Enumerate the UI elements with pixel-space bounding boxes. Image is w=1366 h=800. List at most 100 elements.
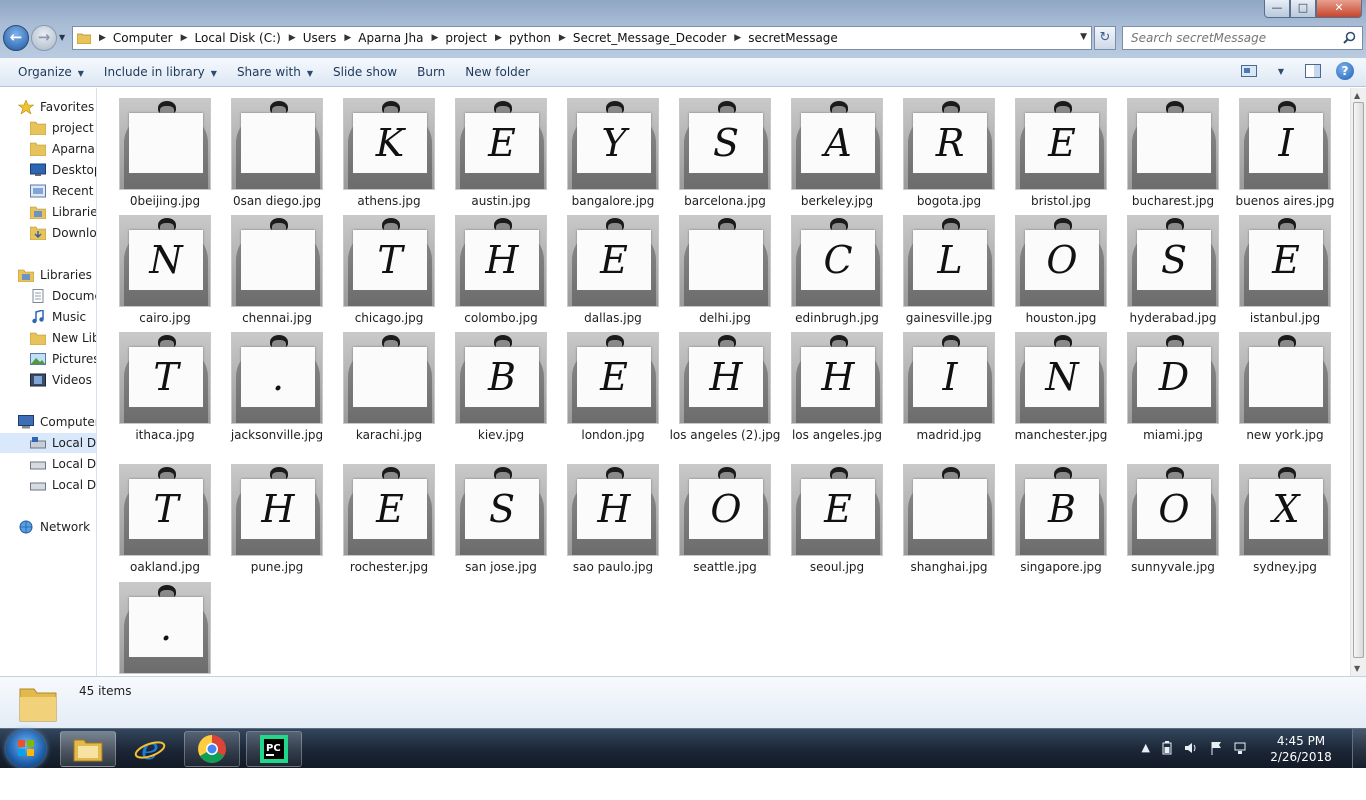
include-in-library-button[interactable]: Include in library ▼ xyxy=(94,60,227,84)
burn-button[interactable]: Burn xyxy=(407,60,455,84)
documents-icon xyxy=(30,289,46,303)
breadcrumb-item[interactable]: ▶ project xyxy=(423,27,487,49)
libraries-icon xyxy=(17,268,35,283)
sidebar-item-label: Libraries xyxy=(40,268,92,282)
sidebar-item-computer[interactable]: Computer xyxy=(18,412,96,432)
help-button[interactable]: ? xyxy=(1334,60,1356,82)
chevron-right-icon[interactable]: ▶ xyxy=(734,33,741,43)
view-options-dropdown[interactable]: ▼ xyxy=(1270,60,1292,82)
clock[interactable]: 4:45 PM 2/26/2018 xyxy=(1256,733,1346,765)
sidebar-item-local-disk-2[interactable]: Local Dis xyxy=(30,454,96,474)
battery-icon[interactable] xyxy=(1162,741,1172,758)
sidebar-item-documents[interactable]: Docume xyxy=(30,286,96,306)
network-status-icon[interactable] xyxy=(1234,741,1248,758)
chevron-right-icon[interactable]: ▶ xyxy=(431,33,438,43)
file-name: barcelona.jpg xyxy=(684,194,766,208)
breadcrumb-item[interactable]: ▶ Computer xyxy=(95,27,173,49)
sidebar-item-project[interactable]: project xyxy=(29,118,96,138)
sign-letter: Y xyxy=(601,121,627,165)
scroll-up-icon[interactable]: ▲ xyxy=(1354,91,1360,100)
search-input[interactable] xyxy=(1123,27,1333,49)
sidebar-item-pictures[interactable]: Pictures xyxy=(30,349,96,369)
sidebar-item-libraries-fav[interactable]: Libraries xyxy=(29,202,96,222)
internet-explorer-icon: e xyxy=(134,734,166,764)
image-thumbnail xyxy=(1239,332,1331,424)
breadcrumb-item[interactable]: ▶ Local Disk (C:) xyxy=(173,27,281,49)
sidebar-item-label: project xyxy=(52,121,94,135)
sidebar-item-local-disk-3[interactable]: Local Dis xyxy=(30,475,96,495)
vertical-scrollbar[interactable]: ▲ ▼ xyxy=(1350,88,1366,676)
image-thumbnail: H xyxy=(567,464,659,556)
chevron-right-icon[interactable]: ▶ xyxy=(181,33,188,43)
library-icon xyxy=(29,331,47,346)
refresh-button[interactable]: ↻ xyxy=(1094,26,1116,50)
change-view-icon[interactable] xyxy=(1238,60,1260,82)
pycharm-icon: PC xyxy=(260,735,288,763)
breadcrumb-item[interactable]: ▶ Users xyxy=(281,27,337,49)
back-button[interactable]: ← xyxy=(3,25,29,51)
breadcrumb-item[interactable]: ▶ secretMessage xyxy=(726,27,838,49)
sidebar-item-network[interactable]: Network xyxy=(18,517,96,537)
chevron-right-icon[interactable]: ▶ xyxy=(99,33,106,43)
start-button[interactable] xyxy=(6,730,46,768)
sidebar-item-downloads[interactable]: Downloa xyxy=(29,223,96,243)
file-name: madrid.jpg xyxy=(916,428,982,442)
close-button[interactable]: ✕ xyxy=(1316,0,1362,18)
file-name: hyderabad.jpg xyxy=(1129,311,1217,325)
taskbar-chrome[interactable] xyxy=(184,731,240,767)
sidebar-item-new-library[interactable]: New Libr xyxy=(29,328,96,348)
scroll-down-icon[interactable]: ▼ xyxy=(1354,664,1360,673)
forward-button[interactable]: → xyxy=(31,25,57,51)
image-thumbnail: E xyxy=(455,98,547,190)
search-icon[interactable] xyxy=(1343,31,1356,47)
file-name: pune.jpg xyxy=(250,560,304,574)
breadcrumb-item[interactable]: ▶ Aparna Jha xyxy=(336,27,423,49)
file-name: bangalore.jpg xyxy=(571,194,655,208)
show-desktop-button[interactable] xyxy=(1352,729,1366,769)
show-hidden-icons-button[interactable]: ▲ xyxy=(1142,741,1150,758)
preview-pane-icon[interactable] xyxy=(1302,60,1324,82)
breadcrumb-label: Computer xyxy=(112,31,173,45)
new-folder-button[interactable]: New folder xyxy=(455,60,540,84)
sidebar-item-videos[interactable]: Videos xyxy=(30,370,96,390)
minimize-button[interactable]: — xyxy=(1264,0,1290,18)
action-center-flag-icon[interactable] xyxy=(1210,741,1222,758)
recent-places-icon xyxy=(30,184,46,198)
address-dropdown[interactable]: ▼ xyxy=(1080,32,1087,42)
share-with-button[interactable]: Share with ▼ xyxy=(227,60,323,84)
taskbar-pycharm[interactable]: PC xyxy=(246,731,302,767)
file-name: seoul.jpg xyxy=(809,560,865,574)
sidebar-item-desktop[interactable]: Desktop xyxy=(30,160,96,180)
sign-letter xyxy=(120,113,210,173)
sidebar-item-local-disk-c[interactable]: Local Dis xyxy=(0,433,96,453)
sidebar-item-label: Aparna J xyxy=(52,142,96,156)
downloads-folder-icon xyxy=(29,226,47,241)
volume-icon[interactable] xyxy=(1184,741,1198,758)
scrollbar-thumb[interactable] xyxy=(1353,102,1364,658)
breadcrumb-item[interactable]: ▶ python xyxy=(487,27,551,49)
chevron-right-icon[interactable]: ▶ xyxy=(495,33,502,43)
chevron-right-icon[interactable]: ▶ xyxy=(344,33,351,43)
address-bar[interactable]: ▶ Computer ▶ Local Disk (C:) ▶ Users ▶ Aparna J… xyxy=(72,26,1092,50)
organize-label: Organize xyxy=(18,65,72,79)
chevron-right-icon[interactable]: ▶ xyxy=(559,33,566,43)
file-name: karachi.jpg xyxy=(355,428,423,442)
sign-letter: . xyxy=(271,355,285,399)
breadcrumb-item[interactable]: ▶ Secret_Message_Decoder xyxy=(551,27,726,49)
taskbar-internet-explorer[interactable]: e xyxy=(122,731,178,767)
recent-pages-dropdown[interactable]: ▼ xyxy=(59,33,65,42)
slide-show-button[interactable]: Slide show xyxy=(323,60,407,84)
sidebar-item-aparna[interactable]: Aparna J xyxy=(29,139,96,159)
sidebar-item-music[interactable]: Music xyxy=(30,307,96,327)
organize-button[interactable]: Organize ▼ xyxy=(8,60,94,84)
breadcrumb-label: python xyxy=(508,31,551,45)
chevron-right-icon[interactable]: ▶ xyxy=(289,33,296,43)
taskbar-explorer[interactable] xyxy=(60,731,116,767)
sign-letter: O xyxy=(1158,487,1190,531)
folder-icon xyxy=(18,683,58,726)
sidebar-item-favorites[interactable]: Favorites xyxy=(17,97,96,117)
taskbar: e PC ▲ 4:45 PM 2/26/2018 xyxy=(0,728,1366,769)
sidebar-item-libraries[interactable]: Libraries xyxy=(17,265,96,285)
sidebar-item-recent-places[interactable]: Recent P xyxy=(30,181,96,201)
maximize-button[interactable]: □ xyxy=(1290,0,1316,18)
